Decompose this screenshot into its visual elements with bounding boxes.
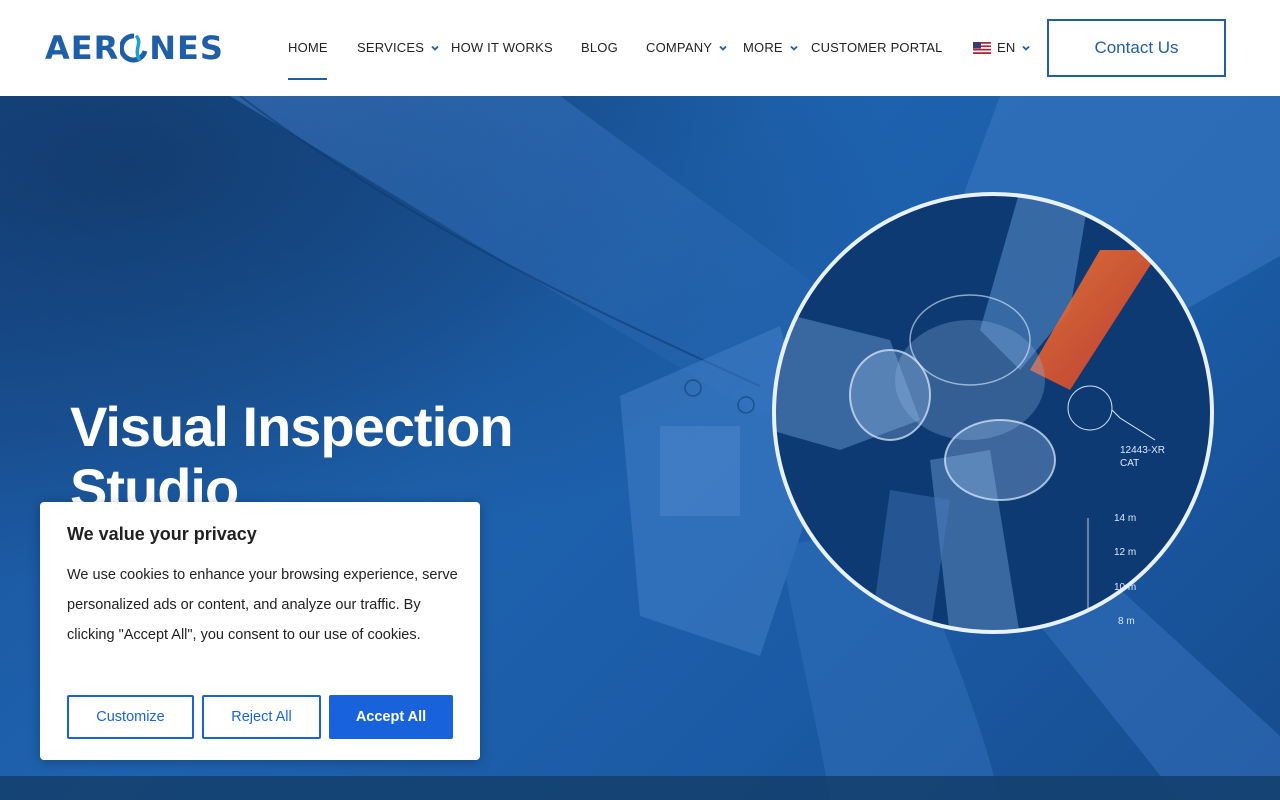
chevron-down-icon	[790, 45, 798, 51]
height-scale-label-12: 12 m	[1114, 547, 1137, 558]
chevron-down-icon	[1022, 45, 1031, 51]
nav-services[interactable]: SERVICES	[357, 40, 440, 55]
language-switcher[interactable]: EN	[973, 40, 1031, 55]
language-label: EN	[997, 40, 1016, 55]
nav-blog[interactable]: BLOG	[581, 40, 618, 55]
cookie-title: We value your privacy	[67, 524, 257, 544]
nav-company[interactable]: COMPANY	[646, 40, 728, 55]
nav-services-label: SERVICES	[357, 40, 425, 55]
reject-all-button[interactable]: Reject All	[202, 695, 321, 739]
annotation-label: 12443-XR CAT	[1120, 444, 1165, 470]
nav-how-it-works-label: HOW IT WORKS	[451, 40, 553, 55]
hero-title-line1: Visual Inspection	[70, 395, 514, 458]
site-header: AER NES HOME SERVICES HOW IT WORKS BLOG …	[0, 0, 1280, 96]
nav-home-label: HOME	[288, 40, 328, 55]
customize-button[interactable]: Customize	[67, 695, 194, 739]
logo[interactable]: AER NES	[45, 29, 224, 67]
nav-active-indicator	[288, 78, 327, 80]
height-scale-label-8: 8 m	[1118, 616, 1135, 627]
hero-bottom-bar	[0, 776, 1280, 800]
logo-text-left: AER	[45, 29, 120, 67]
nav-customer-portal-label: CUSTOMER PORTAL	[811, 40, 943, 55]
contact-us-button[interactable]: Contact Us	[1047, 19, 1226, 77]
cookie-consent-dialog: We value your privacy We use cookies to …	[40, 502, 480, 760]
height-scale-label-10: 10 m	[1114, 582, 1137, 593]
logo-text-right: NES	[149, 29, 224, 67]
nav-customer-portal[interactable]: CUSTOMER PORTAL	[811, 40, 943, 55]
nav-home[interactable]: HOME	[288, 40, 328, 55]
nav-blog-label: BLOG	[581, 40, 618, 55]
us-flag-icon	[973, 41, 991, 54]
height-scale-label-14: 14 m	[1114, 513, 1137, 524]
logo-o-icon	[119, 33, 148, 63]
chevron-down-icon	[719, 45, 727, 51]
annotation-cat: CAT	[1120, 458, 1140, 469]
nav-more[interactable]: MORE	[743, 40, 799, 55]
annotation-id: 12443-XR	[1120, 445, 1166, 456]
inspection-circle: 12443-XR CAT 14 m 12 m 10 m 8 m	[770, 190, 1216, 636]
nav-more-label: MORE	[743, 40, 783, 55]
chevron-down-icon	[431, 45, 439, 51]
nav-how-it-works[interactable]: HOW IT WORKS	[451, 40, 553, 55]
cookie-text: We use cookies to enhance your browsing …	[67, 567, 458, 643]
accept-all-button[interactable]: Accept All	[329, 695, 453, 739]
nav-company-label: COMPANY	[646, 40, 713, 55]
